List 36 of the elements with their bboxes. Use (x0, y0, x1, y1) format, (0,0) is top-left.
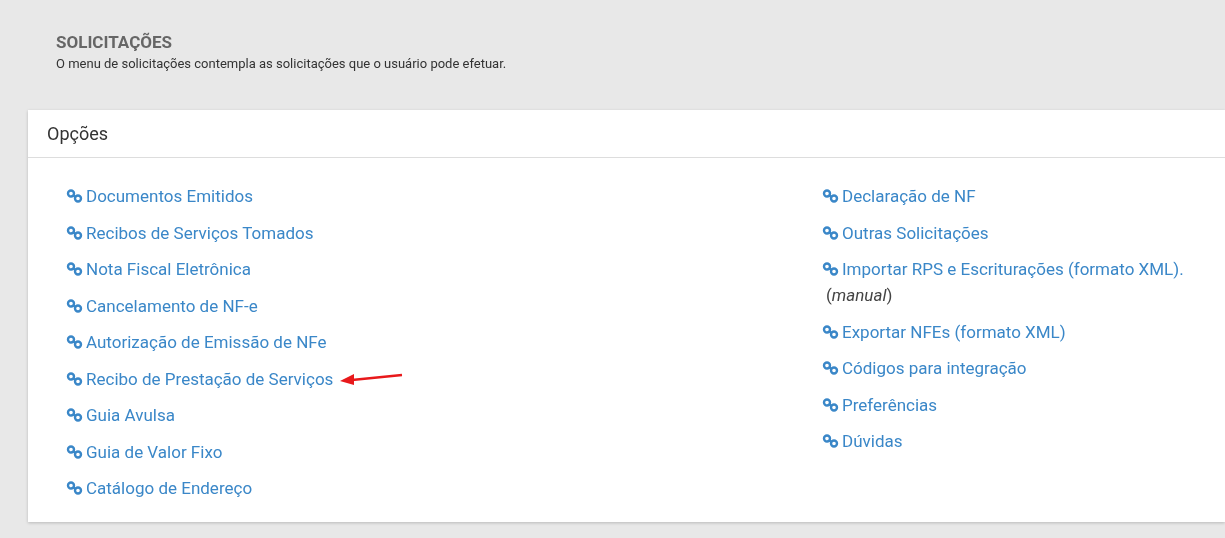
option-link[interactable]: Dúvidas (842, 428, 903, 454)
option-link[interactable]: Recibo de Prestação de Serviços (86, 365, 334, 392)
option-link[interactable]: Importar RPS e Escriturações (formato XML). (842, 256, 1184, 282)
manual-note: (manual) (826, 284, 893, 306)
link-icon (822, 262, 839, 276)
option-link[interactable]: Preferências (842, 391, 938, 418)
link-icon (66, 298, 83, 313)
page-title: SOLICITAÇÕES (56, 32, 172, 52)
option-link[interactable]: Recibos de Serviços Tomados (86, 219, 314, 246)
option-link[interactable]: Nota Fiscal Eletrônica (86, 256, 251, 282)
link-icon (822, 189, 839, 203)
option-link[interactable]: Autorização de Emissão de NFe (86, 329, 327, 355)
option-link[interactable]: Declaração de NF (842, 183, 976, 209)
link-icon (822, 225, 839, 240)
option-link[interactable]: Cancelamento de NF-e (86, 292, 258, 319)
option-link[interactable]: Documentos Emitidos (86, 183, 253, 209)
option-link[interactable]: Códigos para integração (842, 355, 1027, 381)
link-icon (66, 481, 83, 495)
option-link[interactable]: Exportar NFEs (formato XML) (842, 318, 1066, 345)
link-icon (66, 189, 83, 203)
link-icon (66, 335, 83, 349)
link-icon (822, 361, 839, 375)
option-link[interactable]: Catálogo de Endereço (86, 475, 253, 501)
link-icon (66, 371, 83, 386)
link-icon (822, 324, 839, 339)
panel-title: Opções (47, 123, 108, 144)
option-link[interactable]: Outras Solicitações (842, 219, 989, 246)
link-icon (66, 444, 83, 459)
link-icon (66, 408, 83, 422)
link-icon (822, 434, 839, 448)
link-icon (66, 225, 83, 240)
option-link[interactable]: Guia Avulsa (86, 402, 175, 428)
option-link[interactable]: Guia de Valor Fixo (86, 438, 223, 465)
link-icon (66, 262, 83, 276)
link-icon (822, 397, 839, 412)
page-description: O menu de solicitações contempla as solicitações que o usuário pode efetuar. (56, 56, 507, 71)
